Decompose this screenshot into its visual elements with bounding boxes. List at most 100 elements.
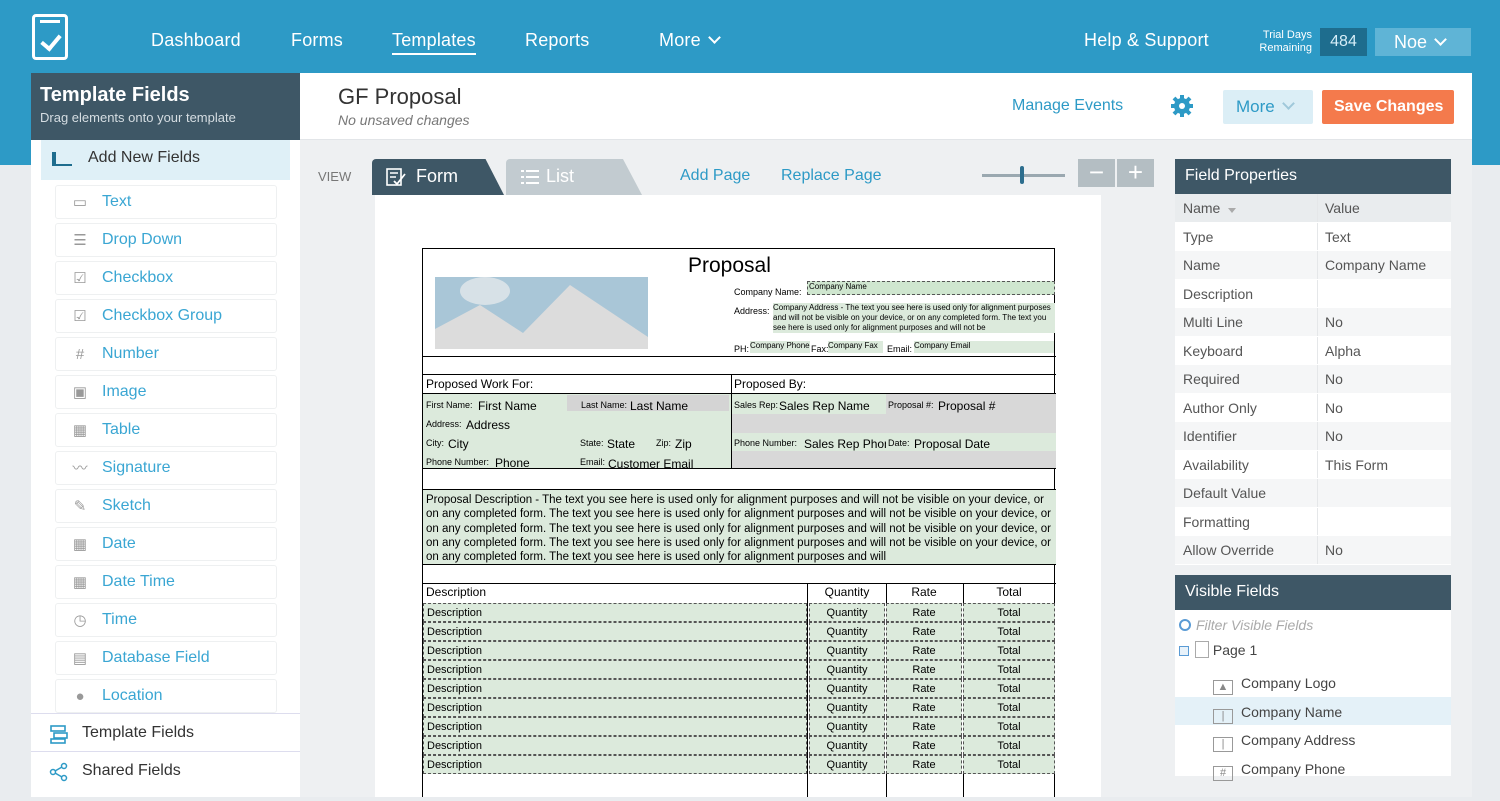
line-item-quantity-field[interactable]: Quantity	[809, 736, 885, 755]
property-row[interactable]: Name Company Name	[1175, 251, 1451, 280]
property-row[interactable]: Type Text	[1175, 222, 1451, 251]
property-row[interactable]: Allow Override No	[1175, 536, 1451, 565]
zip-field[interactable]: Zip	[675, 437, 692, 451]
proposal-number-field[interactable]: Proposal #	[938, 399, 995, 413]
filter-visible-fields-input[interactable]: Filter Visible Fields	[1179, 617, 1313, 633]
city-field[interactable]: City	[448, 437, 469, 451]
property-row[interactable]: Availability This Form	[1175, 450, 1451, 479]
field-type-database-field[interactable]: ▤ Database Field	[55, 641, 277, 675]
field-type-date[interactable]: ▦ Date	[55, 527, 277, 561]
line-item-total-field[interactable]: Total	[963, 679, 1055, 698]
template-fields-tab[interactable]: Template Fields	[31, 713, 300, 751]
line-item-description-field[interactable]: Description	[423, 679, 807, 698]
line-item-rate-field[interactable]: Rate	[886, 660, 962, 679]
manage-events-link[interactable]: Manage Events	[1012, 97, 1123, 115]
line-item-total-field[interactable]: Total	[963, 641, 1055, 660]
field-type-number[interactable]: # Number	[55, 337, 277, 371]
line-item-total-field[interactable]: Total	[963, 660, 1055, 679]
line-item-rate-field[interactable]: Rate	[886, 641, 962, 660]
line-item-quantity-field[interactable]: Quantity	[809, 698, 885, 717]
line-item-rate-field[interactable]: Rate	[886, 622, 962, 641]
tree-item[interactable]: | Company Address	[1175, 725, 1451, 753]
property-value[interactable]: No	[1325, 400, 1343, 416]
company-fax-field[interactable]: Company Fax	[828, 341, 883, 353]
state-field[interactable]: State	[607, 437, 635, 451]
line-item-quantity-field[interactable]: Quantity	[809, 755, 885, 774]
line-item-total-field[interactable]: Total	[963, 698, 1055, 717]
field-type-date-time[interactable]: ▦ Date Time	[55, 565, 277, 599]
line-item-description-field[interactable]: Description	[423, 698, 807, 717]
save-changes-button[interactable]: Save Changes	[1322, 90, 1454, 124]
collapse-icon[interactable]	[1179, 646, 1189, 656]
line-item-description-field[interactable]: Description	[423, 736, 807, 755]
nav-help-support[interactable]: Help & Support	[1084, 30, 1209, 51]
field-type-time[interactable]: ◷ Time	[55, 603, 277, 637]
line-item-total-field[interactable]: Total	[963, 622, 1055, 641]
shared-fields-tab[interactable]: Shared Fields	[31, 751, 300, 789]
tree-page-1[interactable]: Page 1	[1179, 641, 1257, 658]
property-value[interactable]: This Form	[1325, 457, 1388, 473]
app-logo-icon[interactable]	[32, 14, 68, 60]
sales-phone-field[interactable]: Sales Rep Phone	[804, 437, 886, 451]
tab-list[interactable]: List	[506, 159, 642, 195]
field-type-text[interactable]: ▭ Text	[55, 185, 277, 219]
property-value[interactable]: Company Name	[1325, 257, 1426, 273]
add-page-link[interactable]: Add Page	[680, 167, 750, 185]
proposal-description-field[interactable]: Proposal Description - The text you see …	[423, 490, 1056, 564]
gear-icon[interactable]	[1170, 94, 1194, 118]
line-item-description-field[interactable]: Description	[423, 622, 807, 641]
property-row[interactable]: Author Only No	[1175, 393, 1451, 422]
line-item-quantity-field[interactable]: Quantity	[809, 641, 885, 660]
line-item-rate-field[interactable]: Rate	[886, 698, 962, 717]
property-row[interactable]: Multi Line No	[1175, 308, 1451, 337]
line-item-description-field[interactable]: Description	[423, 603, 807, 622]
tree-item[interactable]: | Company Name	[1175, 696, 1451, 725]
zoom-out-button[interactable]: −	[1078, 159, 1115, 187]
nav-forms[interactable]: Forms	[291, 30, 343, 51]
line-item-quantity-field[interactable]: Quantity	[809, 679, 885, 698]
nav-more[interactable]: More	[659, 30, 721, 51]
line-item-quantity-field[interactable]: Quantity	[809, 660, 885, 679]
line-item-description-field[interactable]: Description	[423, 717, 807, 736]
field-type-checkbox-group[interactable]: ☑ Checkbox Group	[55, 299, 277, 333]
property-value[interactable]: Text	[1325, 229, 1351, 245]
line-item-total-field[interactable]: Total	[963, 717, 1055, 736]
tree-item[interactable]: # Company Phone	[1175, 754, 1451, 782]
line-item-rate-field[interactable]: Rate	[886, 603, 962, 622]
field-type-checkbox[interactable]: ☑ Checkbox	[55, 261, 277, 295]
address-field[interactable]: Address	[466, 418, 510, 432]
field-type-location[interactable]: ● Location	[55, 679, 277, 713]
nav-templates[interactable]: Templates	[392, 30, 476, 55]
line-item-rate-field[interactable]: Rate	[886, 755, 962, 774]
property-row[interactable]: Identifier No	[1175, 422, 1451, 451]
replace-page-link[interactable]: Replace Page	[781, 167, 882, 185]
line-item-description-field[interactable]: Description	[423, 641, 807, 660]
line-item-description-field[interactable]: Description	[423, 755, 807, 774]
user-menu-button[interactable]: Noe	[1375, 28, 1471, 56]
property-value[interactable]: No	[1325, 314, 1343, 330]
name-column-header[interactable]: Name	[1183, 200, 1237, 216]
property-row[interactable]: Description	[1175, 279, 1451, 308]
tree-item[interactable]: ▲ Company Logo	[1175, 668, 1451, 696]
line-item-total-field[interactable]: Total	[963, 603, 1055, 622]
property-row[interactable]: Formatting	[1175, 507, 1451, 536]
more-actions-button[interactable]: More	[1223, 90, 1313, 124]
nav-dashboard[interactable]: Dashboard	[151, 30, 241, 51]
sales-rep-field[interactable]: Sales Rep Name	[779, 399, 870, 413]
field-type-image[interactable]: ▣ Image	[55, 375, 277, 409]
property-value[interactable]: No	[1325, 371, 1343, 387]
property-row[interactable]: Default Value	[1175, 479, 1451, 508]
field-type-signature[interactable]: 〰 Signature	[55, 451, 277, 485]
company-address-field[interactable]: Company Address - The text you see here …	[773, 303, 1055, 333]
line-item-description-field[interactable]: Description	[423, 660, 807, 679]
property-row[interactable]: Required No	[1175, 365, 1451, 394]
property-value[interactable]: Alpha	[1325, 343, 1361, 359]
company-email-field[interactable]: Company Email	[914, 341, 1054, 353]
nav-reports[interactable]: Reports	[525, 30, 589, 51]
add-new-fields-header[interactable]: Add New Fields	[41, 140, 290, 180]
zoom-slider[interactable]	[982, 166, 1065, 184]
proposal-date-field[interactable]: Proposal Date	[914, 437, 990, 451]
zoom-in-button[interactable]: +	[1117, 159, 1154, 187]
tab-form[interactable]: Form	[372, 159, 504, 195]
line-item-total-field[interactable]: Total	[963, 755, 1055, 774]
